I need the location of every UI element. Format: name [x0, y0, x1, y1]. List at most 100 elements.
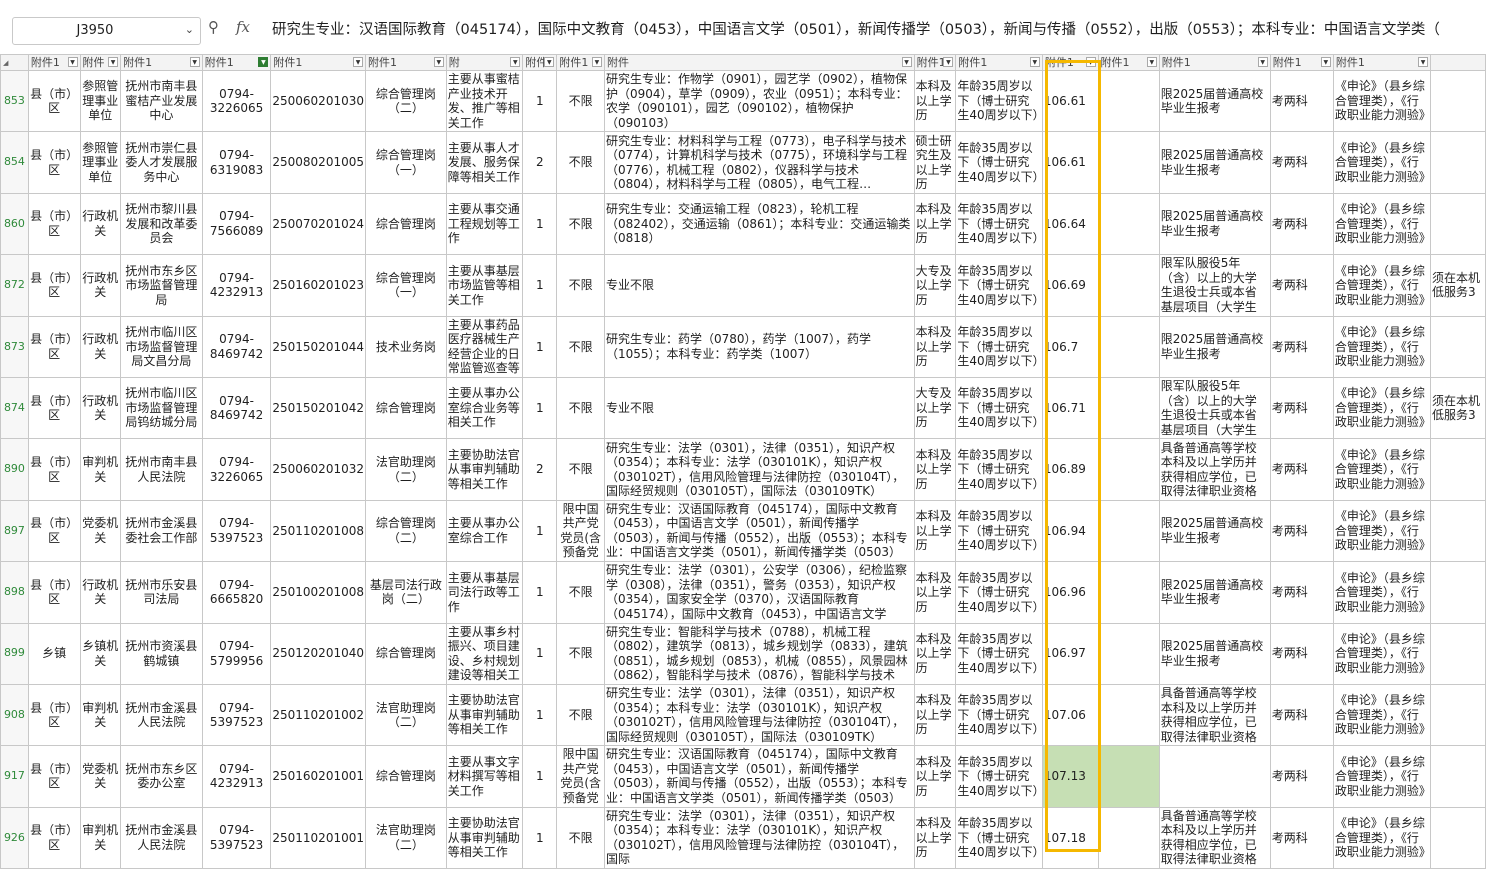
table-cell[interactable]: 研究生专业：交通运输工程（0823），轮机工程（082402），交通运输（086… [603, 192, 915, 256]
filter-dropdown-icon[interactable]: ▼ [433, 57, 444, 67]
table-cell[interactable]: 250080201005 [270, 131, 366, 194]
table-cell[interactable] [1430, 438, 1486, 501]
table-cell[interactable]: 年龄35周岁以下（博士研究生40周岁以下） [955, 438, 1043, 501]
table-cell[interactable]: 研究生专业：作物学（0901），园艺学（0902），植物保护（0904），草学（… [603, 69, 915, 133]
table-cell[interactable] [1430, 745, 1486, 808]
table-cell[interactable]: 年龄35周岁以下（博士研究生40周岁以下） [955, 131, 1043, 194]
table-cell[interactable]: 技术业务岗 [365, 315, 447, 378]
filter-dropdown-icon[interactable]: ▼ [510, 57, 521, 67]
table-cell[interactable] [1430, 622, 1486, 685]
table-cell[interactable]: 主要从事基层市场监管等相关工作 [445, 254, 524, 317]
table-cell[interactable]: 县（市）区 [27, 131, 81, 194]
formula-input[interactable]: 研究生专业：汉语国际教育（045174），国际中文教育（0453），中国语言文学… [272, 18, 1486, 42]
table-cell[interactable]: 年龄35周岁以下（博士研究生40周岁以下） [955, 315, 1043, 378]
column-header[interactable]: 附件1 ▼ [1041, 54, 1099, 71]
table-cell[interactable]: 250120201040 [270, 622, 366, 685]
table-cell[interactable]: 《申论》（县乡综合管理类），《行政职业能力测验》 [1332, 499, 1432, 563]
table-cell[interactable]: 限中国共产党党员(含预备党 [556, 499, 605, 563]
table-cell[interactable]: 考两科 [1269, 376, 1334, 440]
table-cell[interactable]: 250150201042 [270, 376, 366, 440]
table-cell[interactable]: 抚州市金溪县人民法院 [120, 683, 203, 747]
table-cell[interactable]: 考两科 [1269, 131, 1334, 194]
table-cell[interactable]: 抚州市黎川县发展和改革委员会 [120, 192, 203, 256]
table-cell[interactable]: 乡镇 [27, 622, 81, 685]
table-cell[interactable]: 主要协助法官从事审判辅助等相关工作 [445, 806, 524, 869]
table-cell[interactable]: 研究生专业：法学（0301），法律（0351），知识产权（0354）；本科专业：… [603, 438, 915, 501]
table-cell[interactable]: 限2025届普通高校毕业生报考 [1158, 69, 1271, 133]
table-cell[interactable]: 年龄35周岁以下（博士研究生40周岁以下） [955, 622, 1043, 685]
table-cell[interactable]: 具备普通高等学校本科及以上学历并获得相应学位，已取得法律职业资格 [1158, 806, 1271, 869]
table-cell[interactable]: 年龄35周岁以下（博士研究生40周岁以下） [955, 745, 1043, 808]
table-cell[interactable]: 党委机关 [79, 745, 122, 808]
table-cell[interactable]: 《申论》（县乡综合管理类），《行政职业能力测验》 [1332, 622, 1432, 685]
table-cell[interactable]: 限军队服役5年（含）以上的大学生退役士兵或本省基层项目（大学生 [1158, 376, 1271, 440]
table-cell[interactable]: 限2025届普通高校毕业生报考 [1158, 192, 1271, 256]
table-cell[interactable]: 不限 [556, 622, 605, 685]
table-cell[interactable]: 主要从事乡村振兴、项目建设、乡村规划建设等相关工 [445, 622, 524, 685]
table-cell[interactable]: 县（市）区 [27, 438, 81, 501]
table-cell[interactable]: 研究生专业：法学（0301），法律（0351），知识产权（0354）；本科专业：… [603, 806, 915, 869]
table-cell[interactable]: 主要协助法官从事审判辅助等相关工作 [445, 683, 524, 747]
table-cell[interactable]: 年龄35周岁以下（博士研究生40周岁以下） [955, 192, 1043, 256]
table-cell[interactable]: 综合管理岗 [365, 192, 447, 256]
table-cell[interactable]: 《申论》（县乡综合管理类），《行政职业能力测验》 [1332, 131, 1432, 194]
table-cell[interactable]: 107.13 [1041, 745, 1099, 808]
row-number[interactable]: 899 [0, 622, 29, 685]
row-number[interactable]: 873 [0, 315, 29, 378]
table-cell[interactable]: 限中国共产党党员(含预备党 [556, 745, 605, 808]
table-cell[interactable]: 主要从事文字材料撰写等相关工作 [445, 745, 524, 808]
table-cell[interactable]: 不限 [556, 315, 605, 378]
table-cell[interactable]: 综合管理岗（二） [365, 499, 447, 563]
table-cell[interactable]: 县（市）区 [27, 192, 81, 256]
table-cell[interactable]: 年龄35周岁以下（博士研究生40周岁以下） [955, 254, 1043, 317]
table-cell[interactable]: 106.69 [1041, 254, 1099, 317]
table-cell[interactable]: 250160201023 [270, 254, 366, 317]
filter-dropdown-icon[interactable]: ▼ [1029, 57, 1040, 67]
column-header[interactable]: 附件1 ▼ [365, 54, 447, 71]
table-cell[interactable]: 《申论》（县乡综合管理类），《行政职业能力测验》 [1332, 192, 1432, 256]
table-cell[interactable]: 不限 [556, 69, 605, 133]
table-cell[interactable]: 1 [522, 683, 558, 747]
table-cell[interactable]: 106.94 [1041, 499, 1099, 563]
table-cell[interactable]: 《申论》（县乡综合管理类），《行政职业能力测验》 [1332, 254, 1432, 317]
table-cell[interactable]: 1 [522, 622, 558, 685]
table-cell[interactable]: 《申论》（县乡综合管理类），《行政职业能力测验》 [1332, 438, 1432, 501]
table-cell[interactable]: 《申论》（县乡综合管理类），《行政职业能力测验》 [1332, 315, 1432, 378]
table-cell[interactable] [1097, 806, 1160, 869]
table-cell[interactable]: 不限 [556, 254, 605, 317]
row-number[interactable]: 890 [0, 438, 29, 501]
table-cell[interactable]: 综合管理岗（一） [365, 254, 447, 317]
table-cell[interactable]: 综合管理岗 [365, 622, 447, 685]
table-cell[interactable]: 研究生专业：法学（0301），公安学（0306），纪检监察学（0308），法律（… [603, 561, 915, 624]
table-cell[interactable]: 大专及以上学历 [913, 254, 957, 317]
table-cell[interactable]: 0794-4232913 [201, 745, 272, 808]
column-header[interactable]: 附件1 ▼ [1097, 54, 1160, 71]
table-cell[interactable]: 0794-6319083 [201, 131, 272, 194]
row-number[interactable]: 853 [0, 69, 29, 133]
table-cell[interactable]: 县（市）区 [27, 376, 81, 440]
column-header[interactable]: 附件1 ▼ [120, 54, 203, 71]
zoom-icon[interactable]: ⚲ [208, 18, 219, 36]
table-cell[interactable]: 1 [522, 806, 558, 869]
table-cell[interactable]: 县（市）区 [27, 69, 81, 133]
table-cell[interactable]: 综合管理岗 [365, 376, 447, 440]
table-cell[interactable]: 行政机关 [79, 254, 122, 317]
table-cell[interactable] [1430, 806, 1486, 869]
table-cell[interactable]: 主要从事交通工程规划等工作 [445, 192, 524, 256]
table-cell[interactable] [1097, 254, 1160, 317]
table-cell[interactable] [1097, 683, 1160, 747]
filter-dropdown-icon[interactable]: ▼ [901, 57, 912, 67]
table-cell[interactable] [1097, 438, 1160, 501]
table-cell[interactable]: 0794-5397523 [201, 499, 272, 563]
column-header[interactable]: 附件1 ▼ [27, 54, 81, 71]
table-cell[interactable]: 考两科 [1269, 192, 1334, 256]
filter-dropdown-icon[interactable]: ▼ [1146, 57, 1157, 67]
table-cell[interactable]: 《申论》（县乡综合管理类），《行政职业能力测验》 [1332, 683, 1432, 747]
table-cell[interactable]: 专业不限 [603, 376, 915, 440]
table-cell[interactable]: 《申论》（县乡综合管理类），《行政职业能力测验》 [1332, 806, 1432, 869]
corner-cell[interactable]: ◢ [0, 54, 29, 71]
table-cell[interactable]: 研究生专业：汉语国际教育（045174），国际中文教育（0453），中国语言文学… [603, 499, 915, 563]
table-cell[interactable]: 审判机关 [79, 806, 122, 869]
table-cell[interactable]: 行政机关 [79, 315, 122, 378]
table-cell[interactable]: 2 [522, 131, 558, 194]
